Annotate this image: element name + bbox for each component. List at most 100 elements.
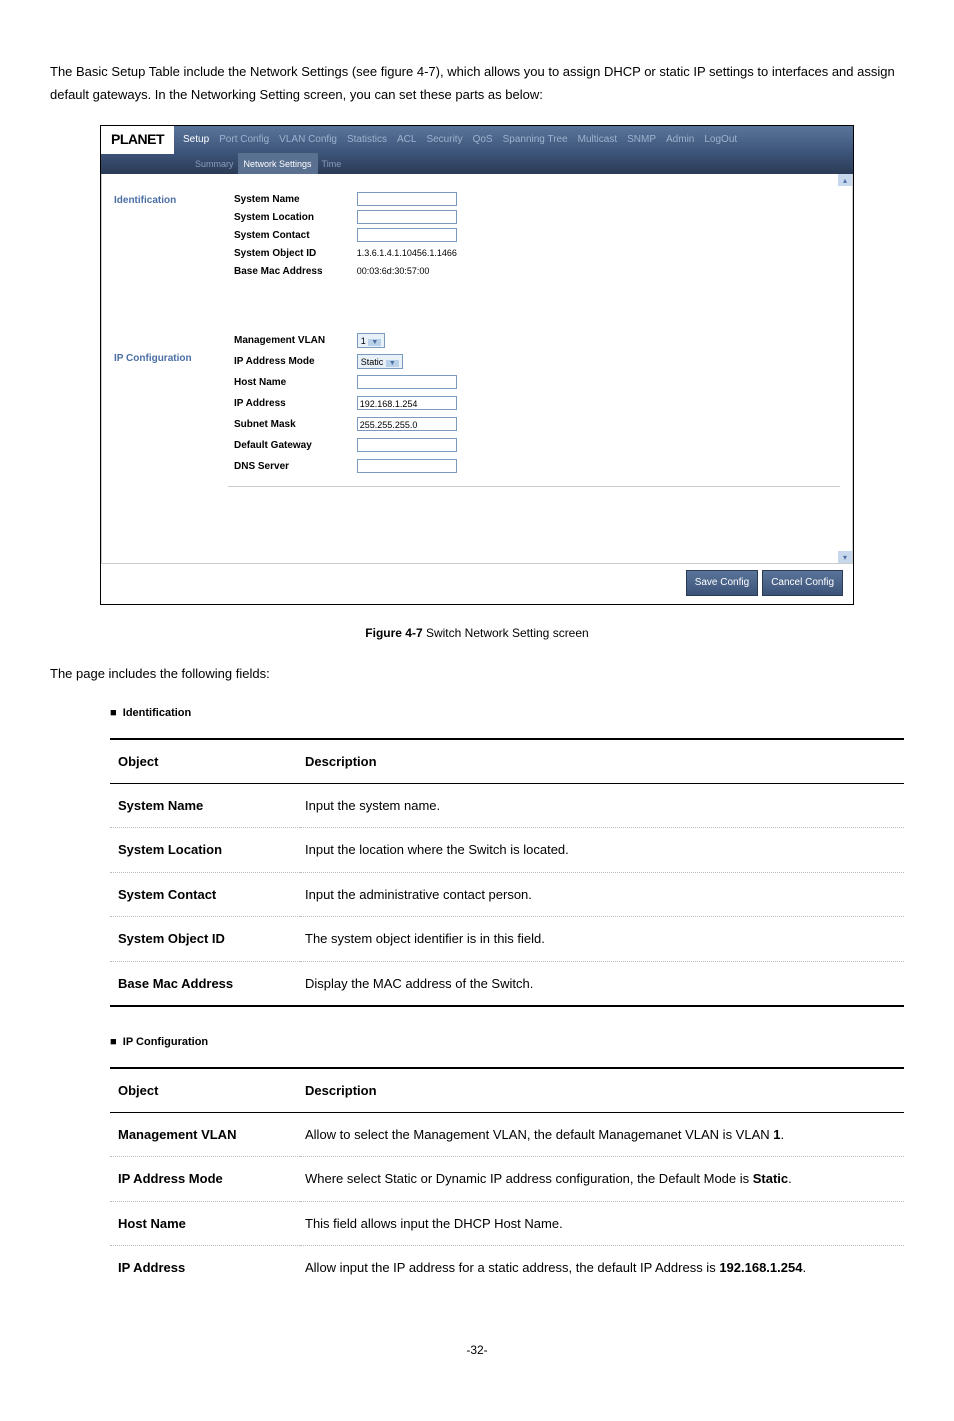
sys-name-input[interactable]: [357, 192, 457, 206]
desc-after: .: [788, 1171, 792, 1186]
dns-input[interactable]: [357, 459, 457, 473]
submenu-network-settings[interactable]: Network Settings: [238, 153, 318, 175]
sys-contact-input[interactable]: [357, 228, 457, 242]
desc-suffix: 1: [773, 1127, 780, 1142]
screenshot-frame: PLANET Setup Port Config VLAN Config Sta…: [100, 125, 854, 605]
desc-cell: Input the location where the Switch is l…: [300, 828, 904, 872]
sub-menu-bar: Summary Network Settings Time: [101, 154, 853, 174]
gw-label: Default Gateway: [234, 438, 354, 453]
table-row: Management VLAN Allow to select the Mana…: [110, 1113, 904, 1157]
obj-cell: System Contact: [110, 872, 300, 916]
logo-text: PLANET: [111, 131, 164, 147]
table-row: System Location Input the location where…: [110, 828, 904, 872]
dns-label: DNS Server: [234, 459, 354, 474]
submenu-summary[interactable]: Summary: [191, 156, 238, 172]
th-object: Object: [110, 1068, 300, 1113]
includes-text: The page includes the following fields:: [50, 662, 904, 685]
identification-table: Object Description System Name Input the…: [110, 738, 904, 1007]
scroll-up-icon[interactable]: ▴: [838, 174, 852, 186]
subnet-input[interactable]: 255.255.255.0: [357, 417, 457, 431]
chevron-down-icon: ▼: [386, 360, 399, 367]
bullet-ipconfig: ■ IP Configuration: [110, 1033, 904, 1053]
cancel-config-button[interactable]: Cancel Config: [762, 570, 843, 596]
obj-cell: IP Address: [110, 1246, 300, 1290]
base-mac-label: Base Mac Address: [234, 264, 354, 279]
desc-cell: Where select Static or Dynamic IP addres…: [300, 1157, 904, 1201]
menu-setup[interactable]: Setup: [178, 131, 214, 149]
bullet-ipconfig-text: IP Configuration: [123, 1036, 208, 1048]
ip-mode-select[interactable]: Static ▼: [357, 354, 403, 369]
scroll-down-icon[interactable]: ▾: [838, 551, 852, 563]
ip-config-group: Management VLAN 1 ▼ IP Address Mode Stat…: [234, 333, 840, 474]
menu-vlan-config[interactable]: VLAN Config: [274, 131, 342, 149]
desc-cell: The system object identifier is in this …: [300, 917, 904, 961]
th-description: Description: [300, 739, 904, 784]
obj-cell: IP Address Mode: [110, 1157, 300, 1201]
menu-security[interactable]: Security: [421, 131, 467, 149]
ip-mode-value: Static: [361, 357, 384, 367]
desc-cell: Allow input the IP address for a static …: [300, 1246, 904, 1290]
bullet-identification-text: Identification: [123, 707, 191, 719]
sys-obj-label: System Object ID: [234, 246, 354, 261]
obj-cell: Base Mac Address: [110, 961, 300, 1006]
caption-prefix: Figure 4-7: [365, 626, 422, 640]
menu-port-config[interactable]: Port Config: [214, 131, 274, 149]
menu-multicast[interactable]: Multicast: [573, 131, 622, 149]
obj-cell: Host Name: [110, 1201, 300, 1245]
sys-contact-label: System Contact: [234, 228, 354, 243]
desc-text: Where select Static or Dynamic IP addres…: [305, 1171, 753, 1186]
section-identification-label: Identification: [114, 192, 234, 210]
obj-cell: System Name: [110, 783, 300, 827]
obj-cell: Management VLAN: [110, 1113, 300, 1157]
mgmt-vlan-value: 1: [361, 336, 366, 346]
submenu-time[interactable]: Time: [318, 156, 346, 172]
desc-suffix: Static: [753, 1171, 788, 1186]
th-object: Object: [110, 739, 300, 784]
ip-mode-label: IP Address Mode: [234, 354, 354, 369]
menu-snmp[interactable]: SNMP: [622, 131, 661, 149]
content-pane: ▴ ▾ Identification IP Configuration Syst…: [101, 174, 853, 564]
ipaddr-label: IP Address: [234, 396, 354, 411]
host-input[interactable]: [357, 375, 457, 389]
base-mac-value: 00:03:6d:30:57:00: [357, 264, 430, 279]
table-row: System Object ID The system object ident…: [110, 917, 904, 961]
menu-admin[interactable]: Admin: [661, 131, 699, 149]
obj-cell: System Object ID: [110, 917, 300, 961]
table-row: System Contact Input the administrative …: [110, 872, 904, 916]
menu-qos[interactable]: QoS: [468, 131, 498, 149]
sys-obj-value: 1.3.6.1.4.1.10456.1.1466: [357, 246, 457, 261]
ipconfig-table: Object Description Management VLAN Allow…: [110, 1067, 904, 1290]
bullet-glyph-icon: ■: [110, 1036, 117, 1048]
subnet-label: Subnet Mask: [234, 417, 354, 432]
figure-caption: Figure 4-7 Switch Network Setting screen: [50, 623, 904, 645]
page-number: -32-: [50, 1340, 904, 1362]
identification-group: System Name System Location System Conta…: [234, 192, 840, 279]
menu-statistics[interactable]: Statistics: [342, 131, 392, 149]
ipaddr-input[interactable]: 192.168.1.254: [357, 396, 457, 410]
sys-loc-label: System Location: [234, 210, 354, 225]
obj-cell: System Location: [110, 828, 300, 872]
desc-after: .: [802, 1260, 806, 1275]
desc-text: Allow to select the Management VLAN, the…: [305, 1127, 773, 1142]
menu-spanning-tree[interactable]: Spanning Tree: [498, 131, 573, 149]
menu-acl[interactable]: ACL: [392, 131, 421, 149]
save-config-button[interactable]: Save Config: [686, 570, 758, 596]
logo-area: PLANET: [101, 126, 174, 154]
menu-logout[interactable]: LogOut: [699, 131, 742, 149]
table-row: IP Address Mode Where select Static or D…: [110, 1157, 904, 1201]
divider: [228, 486, 840, 487]
desc-cell: Input the system name.: [300, 783, 904, 827]
mgmt-vlan-select[interactable]: 1 ▼: [357, 333, 385, 348]
intro-paragraph: The Basic Setup Table include the Networ…: [50, 60, 904, 107]
config-button-row: Save Config Cancel Config: [101, 564, 853, 604]
sys-loc-input[interactable]: [357, 210, 457, 224]
sys-name-label: System Name: [234, 192, 354, 207]
th-description: Description: [300, 1068, 904, 1113]
bullet-glyph-icon: ■: [110, 707, 117, 719]
table-row: System Name Input the system name.: [110, 783, 904, 827]
gw-input[interactable]: [357, 438, 457, 452]
chevron-down-icon: ▼: [368, 339, 381, 346]
mgmt-vlan-label: Management VLAN: [234, 333, 354, 348]
desc-cell: This field allows input the DHCP Host Na…: [300, 1201, 904, 1245]
main-menu-items: Setup Port Config VLAN Config Statistics…: [174, 131, 853, 149]
